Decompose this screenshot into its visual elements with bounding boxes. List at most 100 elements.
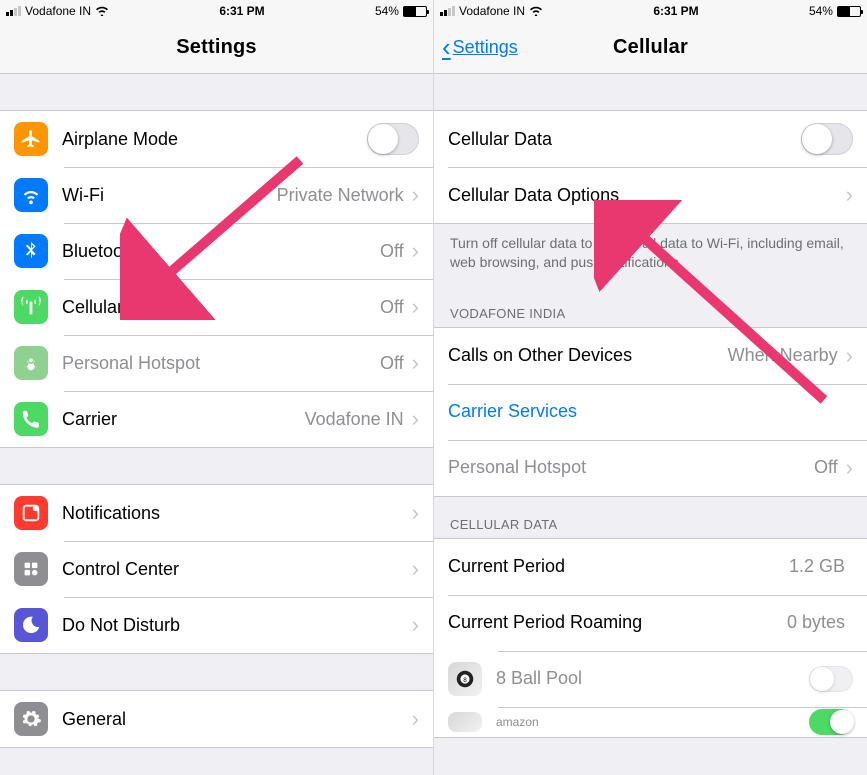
- row-value: Private Network: [277, 185, 404, 206]
- row-cellular[interactable]: Cellular Off ›: [0, 279, 433, 335]
- chevron-left-icon: ‹: [442, 32, 451, 63]
- status-bar: Vodafone IN 6:31 PM 54%: [434, 0, 867, 22]
- airplane-toggle[interactable]: [367, 123, 419, 155]
- chevron-right-icon: ›: [412, 294, 419, 320]
- row-current-period-roaming: Current Period Roaming 0 bytes: [434, 595, 867, 651]
- svg-text:8: 8: [463, 677, 467, 684]
- row-app-amazon[interactable]: amazon: [434, 707, 867, 737]
- row-label: Calls on Other Devices: [448, 345, 632, 366]
- battery-percent: 54%: [375, 4, 399, 18]
- row-app-8ballpool[interactable]: 8 8 Ball Pool: [434, 651, 867, 707]
- chevron-right-icon: ›: [846, 182, 853, 208]
- row-airplane-mode[interactable]: Airplane Mode: [0, 111, 433, 167]
- row-control-center[interactable]: Control Center ›: [0, 541, 433, 597]
- row-label: Personal Hotspot: [448, 457, 586, 478]
- cellular-usage-group: Current Period 1.2 GB Current Period Roa…: [434, 538, 867, 738]
- row-label: Cellular Data: [448, 129, 552, 150]
- row-bluetooth[interactable]: Bluetooth Off ›: [0, 223, 433, 279]
- chevron-right-icon: ›: [412, 500, 419, 526]
- cellular-data-toggle[interactable]: [801, 123, 853, 155]
- row-label: Carrier: [62, 409, 117, 430]
- bluetooth-icon: [14, 234, 48, 268]
- row-label: Control Center: [62, 559, 179, 580]
- chevron-right-icon: ›: [846, 343, 853, 369]
- row-wifi[interactable]: Wi-Fi Private Network ›: [0, 167, 433, 223]
- helper-text: Turn off cellular data to restrict all d…: [434, 224, 867, 286]
- row-value: Off: [380, 297, 404, 318]
- row-cellular-data[interactable]: Cellular Data: [434, 111, 867, 167]
- airplane-icon: [14, 122, 48, 156]
- row-value: When Nearby: [728, 345, 838, 366]
- app-cellular-toggle[interactable]: [809, 666, 853, 692]
- row-label: Carrier Services: [448, 401, 577, 422]
- row-label: Personal Hotspot: [62, 353, 200, 374]
- row-value: Off: [380, 353, 404, 374]
- gear-icon: [14, 702, 48, 736]
- signal-icon: [6, 6, 21, 16]
- carrier-name: Vodafone IN: [459, 4, 525, 18]
- row-personal-hotspot[interactable]: Personal Hotspot Off ›: [0, 335, 433, 391]
- chevron-right-icon: ›: [412, 706, 419, 732]
- settings-screen: Vodafone IN 6:31 PM 54% Settings Airplan…: [0, 0, 434, 775]
- row-value: 0 bytes: [787, 612, 845, 633]
- back-button[interactable]: ‹ Settings: [442, 32, 518, 63]
- app-icon-8ballpool: 8: [448, 662, 482, 696]
- row-label: Current Period: [448, 556, 565, 577]
- chevron-right-icon: ›: [412, 238, 419, 264]
- section-header-vodafone: VODAFONE INDIA: [434, 286, 867, 327]
- back-label: Settings: [453, 37, 518, 58]
- row-value: 1.2 GB: [789, 556, 845, 577]
- battery-icon: [403, 6, 427, 17]
- row-carrier[interactable]: Carrier Vodafone IN ›: [0, 391, 433, 447]
- row-dnd[interactable]: Do Not Disturb ›: [0, 597, 433, 653]
- hotspot-icon: [14, 346, 48, 380]
- carrier-name: Vodafone IN: [25, 4, 91, 18]
- row-carrier-services[interactable]: Carrier Services: [434, 384, 867, 440]
- row-label: Cellular Data Options: [448, 185, 619, 206]
- row-label: 8 Ball Pool: [496, 668, 582, 689]
- chevron-right-icon: ›: [412, 556, 419, 582]
- app-icon-amazon: [448, 712, 482, 732]
- cellular-screen: Vodafone IN 6:31 PM 54% ‹ Settings Cellu…: [434, 0, 867, 775]
- battery-percent: 54%: [809, 4, 833, 18]
- moon-icon: [14, 608, 48, 642]
- settings-group-2: Notifications › Control Center › Do Not …: [0, 484, 433, 654]
- row-value: Off: [380, 241, 404, 262]
- row-label: General: [62, 709, 126, 730]
- status-time: 6:31 PM: [219, 4, 264, 18]
- row-cellular-data-options[interactable]: Cellular Data Options ›: [434, 167, 867, 223]
- row-label: Current Period Roaming: [448, 612, 642, 633]
- chevron-right-icon: ›: [412, 612, 419, 638]
- cellular-icon: [14, 290, 48, 324]
- row-notifications[interactable]: Notifications ›: [0, 485, 433, 541]
- settings-group-3: General ›: [0, 690, 433, 748]
- row-value: Vodafone IN: [305, 409, 404, 430]
- notifications-icon: [14, 496, 48, 530]
- nav-bar: Settings: [0, 22, 433, 74]
- row-value: Off: [814, 457, 838, 478]
- cellular-data-group: Cellular Data Cellular Data Options ›: [434, 110, 867, 224]
- row-calls-other-devices[interactable]: Calls on Other Devices When Nearby ›: [434, 328, 867, 384]
- row-current-period: Current Period 1.2 GB: [434, 539, 867, 595]
- section-header-cell-data: CELLULAR DATA: [434, 497, 867, 538]
- status-bar: Vodafone IN 6:31 PM 54%: [0, 0, 433, 22]
- chevron-right-icon: ›: [412, 350, 419, 376]
- chevron-right-icon: ›: [412, 182, 419, 208]
- nav-bar: ‹ Settings Cellular: [434, 22, 867, 74]
- wifi-icon: [14, 178, 48, 212]
- wifi-icon: [529, 4, 543, 19]
- wifi-icon: [95, 4, 109, 19]
- row-label: Bluetooth: [62, 241, 138, 262]
- row-label: Notifications: [62, 503, 160, 524]
- page-title: Settings: [176, 36, 257, 59]
- status-time: 6:31 PM: [653, 4, 698, 18]
- row-general[interactable]: General ›: [0, 691, 433, 747]
- row-personal-hotspot[interactable]: Personal Hotspot Off ›: [434, 440, 867, 496]
- chevron-right-icon: ›: [846, 455, 853, 481]
- app-cellular-toggle[interactable]: [809, 709, 853, 735]
- vodafone-group: Calls on Other Devices When Nearby › Car…: [434, 327, 867, 497]
- page-title: Cellular: [613, 36, 688, 59]
- chevron-right-icon: ›: [412, 406, 419, 432]
- row-label: Wi-Fi: [62, 185, 104, 206]
- row-label: Do Not Disturb: [62, 615, 180, 636]
